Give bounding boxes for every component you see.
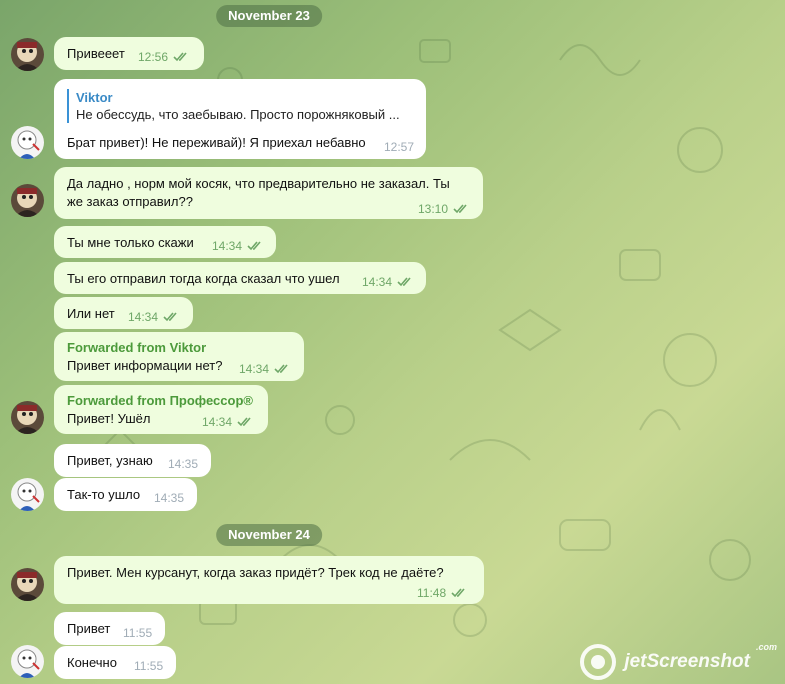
message-text: Ты мне только скажи — [67, 235, 194, 250]
message-time: 12:56 — [138, 50, 169, 64]
message-text: Или нет — [67, 306, 115, 321]
message-time: 13:10 — [418, 202, 449, 216]
avatar[interactable] — [11, 126, 44, 159]
message-text: Ты его отправил тогда когда сказал что у… — [67, 271, 340, 286]
message-text: Да ладно , норм мой косяк, что предварит… — [67, 176, 450, 209]
read-check-icon — [162, 312, 178, 322]
watermark-text: jetScreenshot — [624, 651, 750, 672]
read-check-icon — [450, 588, 466, 598]
message-bubble[interactable]: Forwarded from Профессор® Привет! Ушёл 1… — [54, 385, 268, 434]
message-time: 14:34 — [212, 239, 243, 253]
avatar[interactable] — [11, 401, 44, 434]
read-check-icon — [273, 364, 289, 374]
message-time: 11:55 — [134, 659, 164, 673]
message-bubble[interactable]: Привет, узнаю 14:35 — [54, 444, 211, 477]
message-time: 14:35 — [154, 491, 185, 505]
avatar[interactable] — [11, 38, 44, 71]
message-bubble[interactable]: Viktor Не обессудь, что заебываю. Просто… — [54, 79, 426, 159]
avatar[interactable] — [11, 184, 44, 217]
message-text: Привет, узнаю — [67, 453, 153, 468]
message-bubble[interactable]: Привет 11:55 — [54, 612, 165, 645]
camera-shutter-icon — [580, 644, 617, 680]
message-bubble[interactable]: Привееет 12:56 — [54, 37, 204, 70]
message-bubble[interactable]: Да ладно , норм мой косяк, что предварит… — [54, 167, 483, 219]
forward-header[interactable]: Forwarded from Viktor — [67, 340, 206, 355]
avatar[interactable] — [11, 478, 44, 511]
message-text: Так-то ушло — [67, 487, 141, 502]
message-time: 12:57 — [384, 140, 415, 154]
message-time: 14:34 — [362, 275, 393, 289]
message-text: Привет! Ушёл — [67, 411, 151, 426]
message-time: 11:55 — [123, 626, 153, 640]
read-check-icon — [172, 52, 188, 62]
message-time: 11:48 — [417, 586, 447, 600]
message-bubble[interactable]: Ты его отправил тогда когда сказал что у… — [54, 262, 426, 294]
forward-header[interactable]: Forwarded from Профессор® — [67, 393, 253, 408]
avatar[interactable] — [11, 568, 44, 601]
message-text: Привет. Мен курсанут, когда заказ придёт… — [67, 565, 444, 580]
message-time: 14:34 — [239, 362, 270, 376]
message-time: 14:35 — [168, 457, 199, 471]
message-text: Привееет — [67, 46, 125, 61]
watermark-suffix: .com — [755, 642, 777, 652]
message-bubble[interactable]: Или нет 14:34 — [54, 297, 193, 329]
reply-quote[interactable]: Viktor Не обессудь, что заебываю. Просто… — [67, 89, 421, 123]
message-bubble[interactable]: Конечно 11:55 — [54, 646, 176, 679]
date-separator: November 23 — [216, 5, 322, 27]
reply-author: Viktor — [76, 90, 113, 105]
reply-text: Не обессудь, что заебываю. Просто порожн… — [76, 107, 400, 122]
message-text: Привет — [67, 621, 111, 636]
read-check-icon — [246, 241, 262, 251]
read-check-icon — [236, 417, 252, 427]
message-bubble[interactable]: Forwarded from Viktor Привет информации … — [54, 332, 304, 381]
avatar[interactable] — [11, 645, 44, 678]
message-time: 14:34 — [202, 415, 233, 429]
date-separator: November 24 — [216, 524, 322, 546]
message-time: 14:34 — [128, 310, 159, 324]
message-bubble[interactable]: Привет. Мен курсанут, когда заказ придёт… — [54, 556, 484, 604]
read-check-icon — [452, 204, 468, 214]
message-text: Конечно — [67, 655, 117, 670]
watermark-logo: jetScreenshot .com — [578, 642, 777, 682]
message-text: Брат привет)! Не переживай)! Я приехал н… — [67, 135, 366, 150]
read-check-icon — [396, 277, 412, 287]
message-bubble[interactable]: Ты мне только скажи 14:34 — [54, 226, 276, 258]
message-text: Привет информации нет? — [67, 358, 223, 373]
message-bubble[interactable]: Так-то ушло 14:35 — [54, 478, 197, 511]
